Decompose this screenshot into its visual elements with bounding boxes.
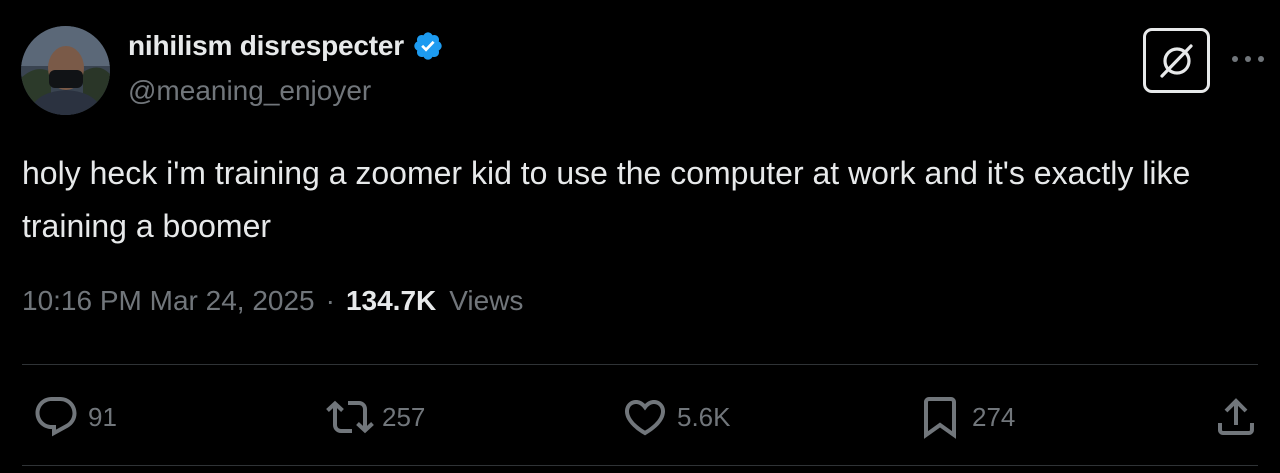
author-name-row: nihilism disrespecter — [128, 30, 444, 62]
like-count: 5.6K — [677, 401, 731, 432]
tweet-actions: 91 257 5.6K 274 — [0, 392, 1280, 442]
tweet: nihilism disrespecter @meaning_enjoyer h… — [0, 0, 1280, 473]
divider-top — [22, 364, 1258, 365]
meta-separator: · — [325, 285, 335, 316]
views-count: 134.7K — [345, 285, 437, 316]
grok-icon — [1159, 43, 1193, 78]
divider-bottom — [22, 465, 1258, 466]
bookmark-icon — [924, 397, 956, 439]
author-display-name[interactable]: nihilism disrespecter — [128, 30, 404, 62]
heart-icon — [624, 400, 666, 436]
share-icon — [1218, 398, 1254, 435]
reply-button[interactable]: 91 — [32, 392, 117, 442]
verified-badge-icon[interactable] — [412, 30, 444, 62]
avatar[interactable] — [21, 26, 110, 115]
more-options-button[interactable] — [1230, 48, 1266, 70]
like-button[interactable]: 5.6K — [621, 392, 731, 442]
tweet-timestamp[interactable]: 10:16 PM Mar 24, 2025 — [22, 285, 315, 317]
repost-count: 257 — [382, 401, 426, 432]
more-icon — [1232, 56, 1264, 62]
views-label: Views — [449, 285, 524, 316]
repost-icon — [326, 400, 374, 434]
tweet-meta: 10:16 PM Mar 24, 2025 · 134.7K Views — [22, 285, 523, 317]
repost-button[interactable]: 257 — [326, 392, 425, 442]
avatar-image — [21, 26, 110, 115]
reply-icon — [35, 397, 77, 437]
author-handle[interactable]: @meaning_enjoyer — [128, 75, 371, 107]
reply-count: 91 — [88, 401, 117, 432]
bookmark-button[interactable]: 274 — [916, 392, 1015, 442]
grok-button[interactable] — [1143, 28, 1210, 93]
bookmark-count: 274 — [972, 401, 1016, 432]
tweet-text: holy heck i'm training a zoomer kid to u… — [22, 155, 1191, 244]
share-button[interactable] — [1212, 392, 1260, 442]
